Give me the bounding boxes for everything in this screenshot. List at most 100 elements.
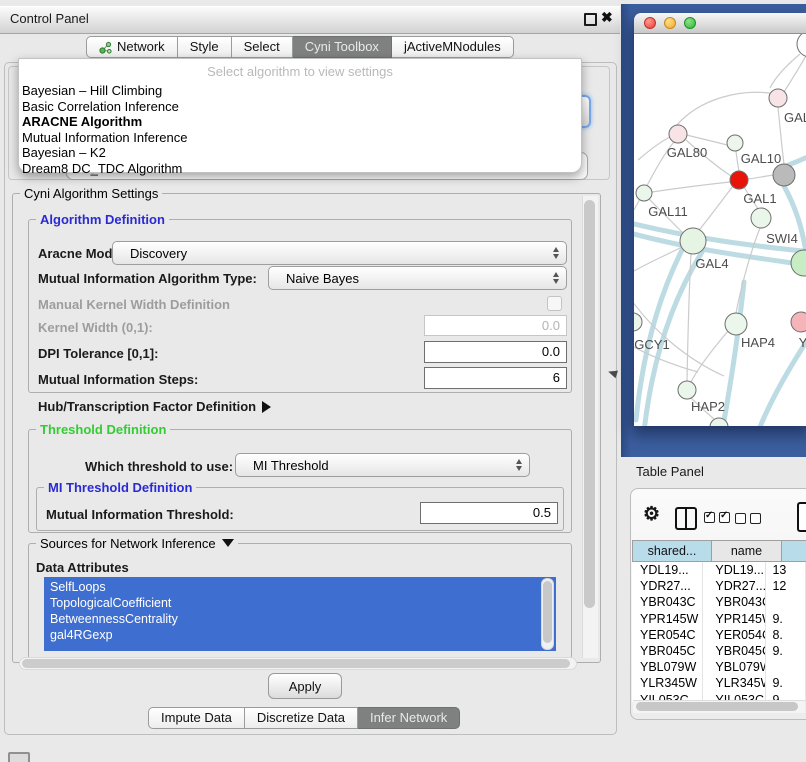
network-node[interactable] [751,208,771,228]
network-graph: GALGAL80GAL10GAL1GAL11SWI4GAL4GCY1HAP4YH… [634,34,806,426]
tab-style[interactable]: Style [178,36,232,58]
table-row[interactable]: YPR145WYPR145W9. [632,611,806,627]
attribute-item-gal4rgexp[interactable]: gal4RGexp [50,627,556,643]
zoom-light[interactable] [684,17,696,29]
float-icon[interactable] [584,13,597,26]
table-cell: 13 [766,562,806,578]
table-cell: YER054C [632,627,703,643]
minimize-light[interactable] [664,17,676,29]
network-icon [99,41,112,54]
network-node[interactable] [636,185,652,201]
close-icon[interactable]: ✖ [601,9,613,26]
network-edge [652,182,730,192]
algorithm-option-mutual-information-inference[interactable]: Mutual Information Inference [22,130,581,146]
mi-threshold-field[interactable]: 0.5 [420,502,558,524]
network-node[interactable] [725,313,747,335]
network-node[interactable] [669,125,687,143]
close-light[interactable] [644,17,656,29]
which-threshold-combobox[interactable]: MI Threshold [235,453,530,477]
tab-cyni-toolbox[interactable]: Cyni Toolbox [293,36,392,58]
network-node[interactable] [727,135,743,151]
collapsed-panel-icon[interactable] [8,752,30,762]
unchecked-checkboxes-icon[interactable] [735,513,761,524]
sources-toggle[interactable]: Sources for Network Inference [36,536,238,551]
tab-infer-network[interactable]: Infer Network [358,707,460,729]
tab-jactivemnodules[interactable]: jActiveMNodules [392,36,514,58]
algorithm-option-bayesian-k2[interactable]: Bayesian – K2 [22,145,581,161]
bottom-tabs: Impute DataDiscretize DataInfer Network [148,707,460,729]
node-label: HAP4 [741,335,775,350]
apply-button[interactable]: Apply [268,673,342,699]
table-row[interactable]: YDL19...YDL19...13 [632,562,806,578]
column-header-shared[interactable]: shared... [632,540,712,562]
algorithm-option-dream8-dc-tdc-algorithm[interactable]: Dream8 DC_TDC Algorithm [22,161,581,177]
table-row[interactable]: YBR045CYBR045C9. [632,643,806,659]
network-window-titlebar[interactable] [634,13,806,34]
attribute-item-selfloops[interactable]: SelfLoops [50,579,556,595]
attribute-item-betweennesscentrality[interactable]: BetweennessCentrality [50,611,556,627]
network-node[interactable] [680,228,706,254]
kernel-width-field[interactable]: 0.0 [424,315,567,336]
sources-title: Sources for Network Inference [40,536,216,551]
attributes-scrollbar[interactable] [541,578,554,650]
network-node[interactable] [634,313,642,331]
table-header: shared...name [632,540,806,562]
kernel-width-label: Kernel Width (0,1): [38,320,153,335]
mi-type-combobox[interactable]: Naive Bayes [268,266,567,290]
network-node[interactable] [730,171,748,189]
aracne-mode-combobox[interactable]: Discovery [112,241,567,265]
gear-icon[interactable]: ⚙ [643,503,660,526]
mi-steps-field[interactable]: 6 [424,367,567,389]
table-horizontal-scrollbar[interactable] [633,700,805,713]
settings-horizontal-scrollbar[interactable] [19,657,577,670]
column-header-name[interactable]: name [712,540,782,562]
node-label: Y [799,335,806,350]
table-cell: YBL079W [632,659,703,675]
network-node[interactable] [678,381,696,399]
table-row[interactable]: YBR043CYBR043C [632,594,806,610]
network-node[interactable] [797,34,806,57]
table-row[interactable]: YLR345WYLR345W9. [632,675,806,691]
network-edge [636,250,682,420]
network-window: GALGAL80GAL10GAL1GAL11SWI4GAL4GCY1HAP4YH… [634,13,806,426]
network-node[interactable] [791,312,806,332]
attribute-item-topologicalcoefficient[interactable]: TopologicalCoefficient [50,595,556,611]
table-row[interactable]: YBL079WYBL079W [632,659,806,675]
dpi-tolerance-field[interactable]: 0.0 [424,341,567,363]
tab-network[interactable]: Network [86,36,178,58]
tab-select[interactable]: Select [232,36,293,58]
table-cell: YPR145W [632,611,703,627]
tab-impute-data[interactable]: Impute Data [148,707,245,729]
table-cell: YBL079W [703,659,766,675]
combobox-arrows-icon [553,247,559,259]
table-cell: YDL19... [632,562,703,578]
algorithm-dropdown-placeholder: Select algorithm to view settings [19,64,581,79]
table-cell: 8. [766,627,806,643]
file-icon[interactable] [797,502,806,532]
table-cell [766,659,806,675]
mi-steps-label: Mutual Information Steps: [38,372,198,387]
cyni-algorithm-settings-title: Cyni Algorithm Settings [20,186,162,201]
algorithm-option-bayesian-hill-climbing[interactable]: Bayesian – Hill Climbing [22,83,581,99]
table-row[interactable]: YER054CYER054C8. [632,627,806,643]
hub-definition-toggle[interactable]: Hub/Transcription Factor Definition [38,399,271,414]
screenshot-root: Control Panel ✖ NetworkStyleSelectCyni T… [0,0,806,762]
algorithm-option-aracne-algorithm[interactable]: ARACNE Algorithm [22,114,581,130]
network-canvas[interactable]: GALGAL80GAL10GAL1GAL11SWI4GAL4GCY1HAP4YH… [634,34,806,426]
network-node[interactable] [773,164,795,186]
table-cell: YBR043C [632,594,703,610]
manual-kernel-label: Manual Kernel Width Definition [38,297,230,312]
manual-kernel-checkbox[interactable] [547,296,562,311]
data-attributes-list[interactable]: SelfLoopsTopologicalCoefficientBetweenne… [44,577,556,651]
table-row[interactable]: YDR27...YDR27...12 [632,578,806,594]
table-cell: YPR145W [703,611,766,627]
settings-vertical-scrollbar[interactable] [582,196,598,658]
column-header-2[interactable] [782,540,806,562]
tab-discretize-data[interactable]: Discretize Data [245,707,358,729]
algorithm-option-basic-correlation-inference[interactable]: Basic Correlation Inference [22,99,581,115]
columns-icon[interactable] [675,507,697,530]
table-cell: 9. [766,611,806,627]
checked-checkboxes-icon[interactable] [704,512,730,523]
network-node[interactable] [791,250,806,276]
network-node[interactable] [769,89,787,107]
